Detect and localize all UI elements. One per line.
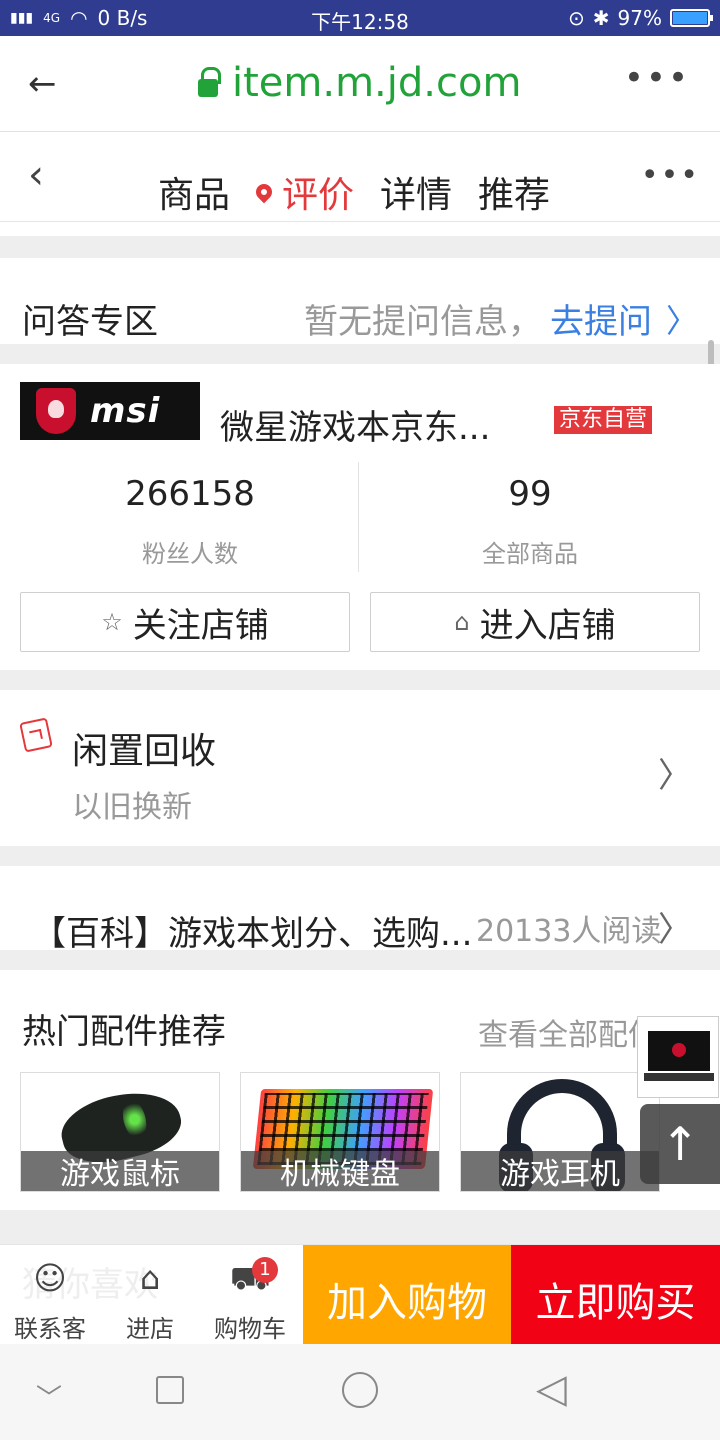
add-to-cart-button[interactable]: 加入购物 [303, 1245, 511, 1345]
buy-now-button[interactable]: 立即购买 [511, 1245, 720, 1345]
url-field[interactable]: item.m.jd.com [198, 60, 521, 106]
lock-icon [198, 67, 221, 97]
store-logo[interactable]: msi [20, 382, 200, 440]
system-navigation-bar: ﹀ ◁ [0, 1344, 720, 1440]
goods-stat[interactable]: 99 全部商品 [360, 474, 700, 569]
storefront-icon: ⌂ [454, 608, 470, 636]
section-divider [0, 236, 720, 258]
view-all-accessories-link[interactable]: 查看全部配件 [478, 1010, 658, 1054]
accessory-label: 游戏鼠标 [21, 1151, 219, 1191]
back-triangle-icon[interactable]: ◁ [536, 1366, 567, 1412]
accessory-card-headset[interactable]: 游戏耳机 [460, 1072, 660, 1192]
trade-in-row[interactable]: 闲置回收 以旧换新 〉 [0, 690, 720, 846]
accessory-label: 游戏耳机 [461, 1151, 659, 1191]
encyclopedia-article-row[interactable]: 【百科】游戏本划分、选购... 20133人阅读 〉 [0, 866, 720, 954]
store-label: 进店 [126, 1315, 174, 1343]
contact-label: 联系客 [14, 1315, 86, 1343]
dragon-shield-icon [36, 388, 76, 434]
laptop-image [648, 1031, 710, 1071]
tab-reviews[interactable]: 评价 [252, 166, 355, 218]
store-card: msi 微星游戏本京东... 京东自营 266158 粉丝人数 99 全部商品 … [0, 364, 720, 670]
home-circle-icon[interactable] [342, 1372, 378, 1408]
stat-divider [358, 462, 359, 572]
enter-store-bar-button[interactable]: ⌂ 进店 [100, 1259, 200, 1344]
laptop-base [644, 1073, 714, 1081]
status-bar: ▮▮▮ 4G ◠ 0 B/s 下午12:58 ⊙ ✱ 97% [0, 0, 720, 36]
bottom-action-bar: 猜你喜欢 ☺ 联系客 ⌂ 进店 ⛟ 购物车 1 加入购物 立即购买 [0, 1244, 720, 1345]
qa-title: 问答专区 [22, 302, 158, 342]
accessory-label: 机械键盘 [241, 1151, 439, 1191]
back-to-top-button[interactable]: ↑ [640, 1104, 720, 1184]
accessories-title: 热门配件推荐 [22, 1012, 226, 1052]
goods-label: 全部商品 [482, 540, 578, 568]
fans-count: 266158 [125, 474, 255, 514]
fans-stat: 266158 粉丝人数 [20, 474, 360, 569]
cart-label: 购物车 [214, 1315, 286, 1343]
section-divider [0, 670, 720, 690]
tab-product[interactable]: 商品 [158, 166, 230, 218]
trade-in-title: 闲置回收 [72, 731, 217, 772]
cart-button[interactable]: ⛟ 购物车 [200, 1259, 300, 1344]
accessory-card-keyboard[interactable]: 机械键盘 [240, 1072, 440, 1192]
chevron-right-icon: 〉 [658, 756, 692, 796]
battery-percent: 97% [617, 6, 662, 30]
enter-store-label: 进入店铺 [479, 605, 616, 646]
chat-icon: ☺ [33, 1259, 67, 1297]
chevron-right-icon: 〉 [665, 301, 698, 340]
tab-reviews-label: 评价 [282, 175, 355, 216]
tab-recommend[interactable]: 推荐 [478, 166, 550, 218]
product-tab-nav: ‹ 商品 评价 详情 推荐 ••• [0, 132, 720, 222]
jd-self-operated-badge: 京东自营 [554, 406, 652, 434]
star-icon: ☆ [101, 608, 123, 636]
accessories-section: 热门配件推荐 查看全部配件 游戏鼠标 机械键盘 游戏耳机 [0, 970, 720, 1210]
browser-back-arrow-icon[interactable]: ← [28, 64, 57, 104]
rotation-lock-icon: ⊙ [568, 6, 585, 30]
goods-count: 99 [508, 474, 552, 514]
location-pin-icon [252, 180, 276, 204]
follow-store-label: 关注店铺 [132, 605, 269, 646]
qa-empty-hint: 暂无提问信息， [303, 302, 542, 342]
section-divider [0, 1210, 720, 1244]
browser-url-bar: ← item.m.jd.com ••• [0, 36, 720, 132]
section-divider [0, 950, 720, 970]
accessory-card-mouse[interactable]: 游戏鼠标 [20, 1072, 220, 1192]
tab-details[interactable]: 详情 [380, 166, 452, 218]
recent-apps-square-icon[interactable] [156, 1376, 184, 1404]
floating-product-thumbnail[interactable] [637, 1016, 719, 1098]
page-back-chevron-icon[interactable]: ‹ [28, 152, 44, 198]
bluetooth-icon: ✱ [592, 6, 610, 30]
phone-recycle-icon [19, 717, 53, 753]
hide-nav-chevron-icon[interactable]: ﹀ [36, 1378, 62, 1415]
follow-store-button[interactable]: ☆ 关注店铺 [20, 592, 350, 652]
page-more-icon[interactable]: ••• [641, 158, 700, 193]
arrow-up-icon: ↑ [660, 1117, 700, 1171]
ask-question-link[interactable]: 去提问 [550, 294, 652, 343]
section-divider [0, 846, 720, 866]
fans-label: 粉丝人数 [142, 540, 238, 568]
trade-in-subtitle: 以旧换新 [72, 790, 192, 825]
enter-store-button[interactable]: ⌂ 进入店铺 [370, 592, 700, 652]
store-name[interactable]: 微星游戏本京东... [220, 400, 490, 449]
browser-more-icon[interactable]: ••• [624, 58, 690, 98]
shopping-cart-icon: ⛟ [229, 1259, 271, 1297]
article-read-count: 20133人阅读 [476, 914, 662, 949]
contact-service-button[interactable]: ☺ 联系客 [0, 1259, 100, 1344]
cart-count-badge: 1 [252, 1257, 278, 1283]
url-text: item.m.jd.com [232, 60, 522, 106]
section-divider [0, 344, 720, 364]
store-icon: ⌂ [139, 1259, 161, 1297]
chevron-right-icon: 〉 [658, 910, 692, 950]
article-title: 【百科】游戏本划分、选购... [32, 914, 473, 954]
qa-section[interactable]: 问答专区 暂无提问信息， 去提问 〉 [0, 258, 720, 344]
battery-icon [670, 9, 713, 27]
store-logo-text: msi [90, 391, 161, 431]
